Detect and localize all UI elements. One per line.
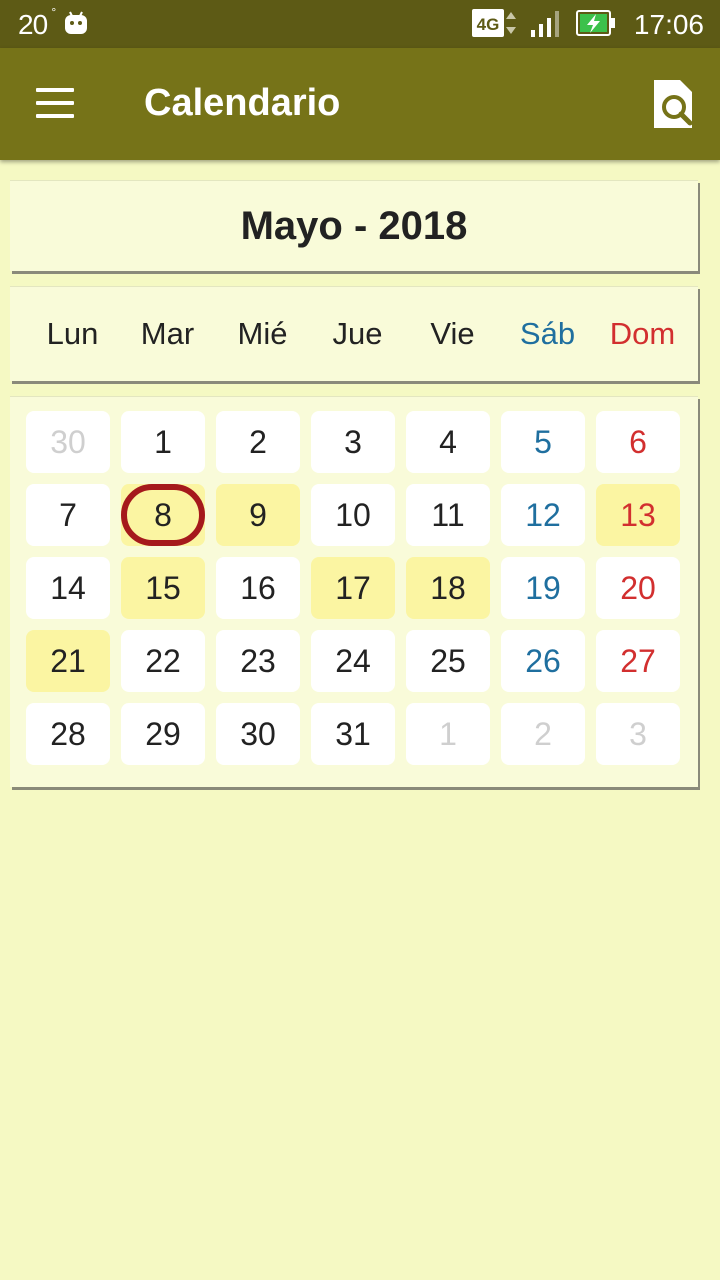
- day-cell[interactable]: 12: [501, 484, 585, 546]
- day-cell[interactable]: 3: [311, 411, 395, 473]
- day-cell-other-month: 30: [26, 411, 110, 473]
- hamburger-menu-icon[interactable]: [36, 88, 76, 118]
- day-cell[interactable]: 24: [311, 630, 395, 692]
- day-cell[interactable]: 29: [121, 703, 205, 765]
- day-cell[interactable]: 7: [26, 484, 110, 546]
- app-title: Calendario: [144, 82, 341, 124]
- day-cell-today[interactable]: 8: [121, 484, 205, 546]
- day-cell[interactable]: 25: [406, 630, 490, 692]
- status-bar-right: 4G 17:06: [471, 6, 704, 44]
- day-cell-other-month: 1: [406, 703, 490, 765]
- weekday-label: Lun: [46, 316, 99, 351]
- day-cell[interactable]: 28: [26, 703, 110, 765]
- day-cell[interactable]: 23: [216, 630, 300, 692]
- day-cell[interactable]: 22: [121, 630, 205, 692]
- day-cell[interactable]: 27: [596, 630, 680, 692]
- day-cell[interactable]: 15: [121, 557, 205, 619]
- day-cell-other-month: 2: [501, 703, 585, 765]
- month-header: Mayo - 2018: [10, 180, 698, 271]
- temperature-value: 20: [18, 9, 48, 40]
- status-time: 17:06: [633, 9, 704, 40]
- day-cell[interactable]: 11: [406, 484, 490, 546]
- weekday-header: Lun Mar Mié Jue Vie Sáb Dom: [10, 286, 698, 381]
- calendar-grid-panel: 30 1 2 3 4 5 6 7 8 9 10 11 12 13 14 15 16 17 18 19 20 21 22 23 2…: [10, 396, 698, 787]
- android-icon: [63, 11, 89, 40]
- network-4g-icon: 4G: [471, 8, 518, 43]
- day-cell[interactable]: 19: [501, 557, 585, 619]
- weekday-label: Dom: [609, 316, 676, 351]
- day-cell[interactable]: 20: [596, 557, 680, 619]
- day-cell[interactable]: 9: [216, 484, 300, 546]
- day-cell[interactable]: 2: [216, 411, 300, 473]
- weekday-label: Mar: [140, 316, 195, 351]
- calendar-grid: 30 1 2 3 4 5 6 7 8 9 10 11 12 13 14 15 16 17 18 19 20 21 22 23 2…: [26, 411, 680, 765]
- app-bar: Calendario: [0, 48, 720, 160]
- weekday-label: Mié: [237, 316, 288, 351]
- day-cell-other-month: 3: [596, 703, 680, 765]
- status-bar: 20 ° 4G 17:06: [0, 0, 720, 48]
- temperature-readout: 20 °: [18, 5, 56, 41]
- day-cell[interactable]: 13: [596, 484, 680, 546]
- day-cell[interactable]: 30: [216, 703, 300, 765]
- weekday-row: Lun Mar Mié Jue Vie Sáb Dom: [10, 287, 698, 381]
- weekday-label: Sáb: [519, 316, 576, 351]
- day-cell[interactable]: 1: [121, 411, 205, 473]
- battery-charging-icon: [575, 8, 616, 43]
- day-cell[interactable]: 18: [406, 557, 490, 619]
- day-cell[interactable]: 26: [501, 630, 585, 692]
- network-type-label: 4G: [477, 15, 500, 34]
- page-search-icon[interactable]: [650, 76, 696, 132]
- status-bar-left: 20 °: [18, 5, 89, 42]
- day-cell[interactable]: 5: [501, 411, 585, 473]
- day-cell[interactable]: 31: [311, 703, 395, 765]
- signal-strength-icon: [530, 8, 564, 43]
- day-cell[interactable]: 21: [26, 630, 110, 692]
- month-label[interactable]: Mayo - 2018: [10, 181, 698, 271]
- day-cell[interactable]: 4: [406, 411, 490, 473]
- day-cell[interactable]: 6: [596, 411, 680, 473]
- weekday-label: Jue: [332, 316, 383, 351]
- degree-symbol: °: [51, 5, 56, 19]
- day-cell[interactable]: 10: [311, 484, 395, 546]
- weekday-label: Vie: [430, 316, 475, 351]
- day-cell[interactable]: 14: [26, 557, 110, 619]
- day-cell[interactable]: 16: [216, 557, 300, 619]
- day-cell[interactable]: 17: [311, 557, 395, 619]
